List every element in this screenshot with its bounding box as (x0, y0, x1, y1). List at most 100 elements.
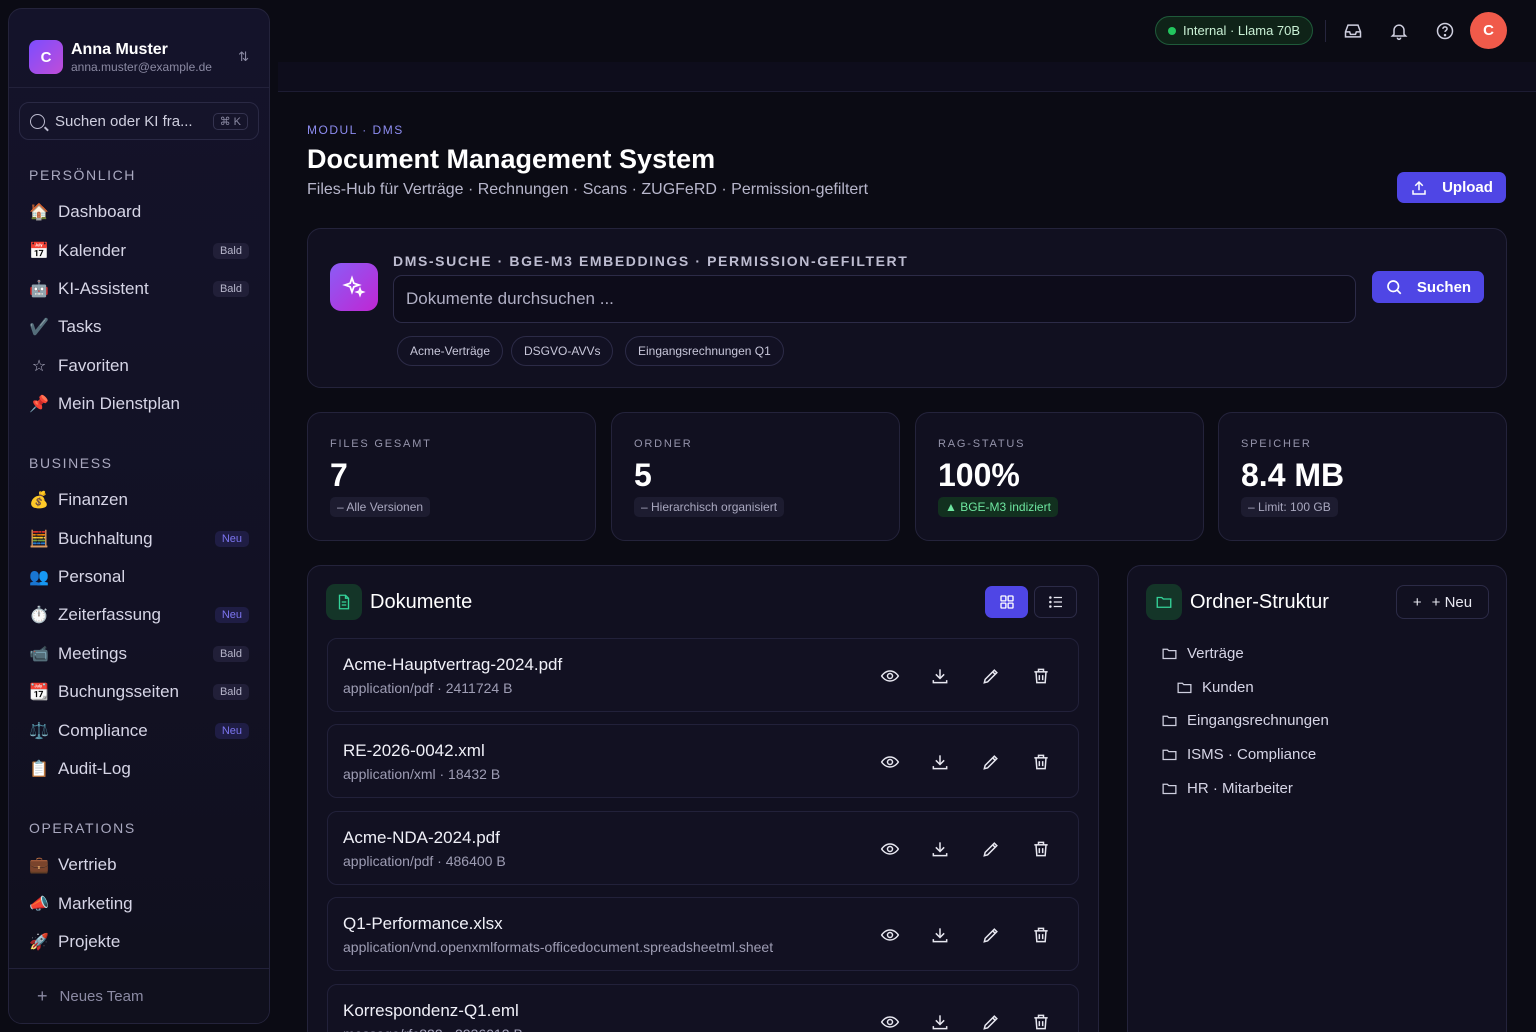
suggestion-chip[interactable]: Eingangsrechnungen Q1 (625, 336, 784, 366)
document-row[interactable]: Acme-Hauptvertrag-2024.pdf application/pd… (327, 638, 1079, 712)
bell-icon[interactable] (1386, 18, 1412, 44)
folder-item[interactable]: HR · Mitarbeiter (1161, 780, 1293, 797)
sidebar-item-buchhaltung[interactable]: 🧮 Buchhaltung Neu (9, 519, 269, 557)
document-row[interactable]: Acme-NDA-2024.pdf application/pdf · 48640… (327, 810, 1079, 885)
delete-button[interactable] (1028, 836, 1054, 862)
sidebar-item-projekte[interactable]: 🚀 Projekte (9, 923, 269, 961)
grid-view-button[interactable] (985, 586, 1028, 618)
delete-button[interactable] (1028, 749, 1054, 775)
nav-item-label: Favoriten (58, 355, 129, 375)
sidebar-item-vertrieb[interactable]: 💼 Vertrieb (9, 846, 269, 884)
sidebar-item-tasks[interactable]: ✔️ Tasks (9, 308, 269, 346)
user-name: Anna Muster (71, 40, 168, 58)
document-row[interactable]: RE-2026-0042.xml application/xml · 18432 … (327, 724, 1079, 799)
folder-item[interactable]: Eingangsrechnungen (1161, 712, 1329, 729)
preview-button[interactable] (877, 663, 903, 689)
document-row[interactable]: Q1-Performance.xlsx application/vnd.openx… (327, 897, 1079, 972)
nav-item-label: KI-Assistent (58, 278, 149, 298)
new-folder-button[interactable]: + + Neu (1396, 585, 1489, 619)
folder-item[interactable]: Verträge (1161, 645, 1244, 662)
trash-icon (1031, 1012, 1051, 1032)
edit-button[interactable] (978, 836, 1004, 862)
download-button[interactable] (927, 1009, 953, 1032)
list-view-button[interactable] (1034, 586, 1077, 618)
nav-item-label: Compliance (58, 720, 148, 740)
upload-button[interactable]: Upload (1397, 172, 1506, 203)
preview-button[interactable] (877, 749, 903, 775)
download-button[interactable] (927, 663, 953, 689)
download-button[interactable] (927, 922, 953, 948)
download-button[interactable] (927, 749, 953, 775)
pencil-icon (981, 666, 1001, 686)
sidebar-item-meetings[interactable]: 📹 Meetings Bald (9, 635, 269, 673)
folder-item[interactable]: Kunden (1176, 679, 1254, 696)
status-badge: Bald (212, 645, 249, 662)
list-icon (1048, 596, 1062, 608)
status-badge: Neu (214, 722, 249, 739)
nav-item-icon: 🧮 (29, 530, 49, 548)
suggestion-chip[interactable]: Acme-Verträge (397, 336, 504, 366)
sidebar-item-ki-assistent[interactable]: 🤖 KI-Assistent Bald (9, 270, 269, 308)
sidebar-item-finanzen[interactable]: 💰 Finanzen (9, 481, 269, 519)
help-icon[interactable] (1432, 18, 1458, 44)
document-search-placeholder: Dokumente durchsuchen ... (406, 289, 614, 308)
folder-item[interactable]: ISMS · Compliance (1161, 746, 1316, 763)
delete-button[interactable] (1028, 1009, 1054, 1032)
preview-button[interactable] (877, 836, 903, 862)
sidebar-search-input[interactable]: Suchen oder KI fra... ⌘ K (19, 102, 259, 140)
nav-item-icon: 📋 (29, 760, 49, 778)
edit-button[interactable] (978, 749, 1004, 775)
sidebar-item-marketing[interactable]: 📣 Marketing (9, 884, 269, 922)
status-dot (1168, 26, 1176, 35)
nav-item-label: Projekte (58, 931, 121, 951)
profile-switcher[interactable]: C Anna Muster anna.muster@example.de ⇅ (9, 9, 269, 85)
sidebar-item-audit-log[interactable]: 📋 Audit-Log (9, 750, 269, 788)
edit-button[interactable] (978, 922, 1004, 948)
status-badge: Bald (212, 684, 249, 701)
folder-icon (1176, 679, 1202, 696)
preview-button[interactable] (877, 1009, 903, 1032)
plus-icon: + (1412, 593, 1422, 611)
status-badge: Neu (214, 530, 249, 547)
documents-card: Dokumente Acme-Hauptvertrag-2024.pdf appl… (307, 565, 1099, 1032)
delete-button[interactable] (1028, 663, 1054, 689)
sidebar-item-dashboard[interactable]: 🏠 Dashboard (9, 193, 269, 231)
document-search-input[interactable]: Dokumente durchsuchen ... (393, 275, 1356, 323)
delete-button[interactable] (1028, 922, 1054, 948)
edit-button[interactable] (978, 663, 1004, 689)
document-row[interactable]: Korrespondenz-Q1.eml message/rfc822 · 293… (327, 983, 1079, 1032)
sidebar-item-personal[interactable]: 👥 Personal (9, 558, 269, 596)
stat-tag: ▲ BGE-M3 indiziert (938, 497, 1058, 517)
nav-item-label: Mein Dienstplan (58, 394, 180, 414)
sidebar-item-mein-dienstplan[interactable]: 📌 Mein Dienstplan (9, 385, 269, 423)
eye-icon (880, 752, 900, 772)
search-icon (30, 113, 45, 129)
folders-title: Ordner-Struktur (1190, 591, 1329, 613)
eye-icon (880, 1012, 900, 1032)
new-team-button[interactable]: + Neues Team (9, 968, 269, 1023)
chevron-updown-icon[interactable]: ⇅ (238, 49, 249, 65)
folder-label: ISMS · Compliance (1187, 746, 1317, 764)
document-meta: message/rfc822 · 2936012 B (343, 1026, 863, 1032)
eye-icon (880, 925, 900, 945)
download-button[interactable] (927, 836, 953, 862)
nav-item-icon: 📌 (29, 396, 49, 414)
document-meta: application/xml · 18432 B (343, 766, 501, 783)
stat-label: FILES GESAMT (330, 438, 432, 450)
user-avatar[interactable]: C (1470, 12, 1507, 49)
nav-item-icon: 📆 (29, 684, 49, 702)
preview-button[interactable] (877, 922, 903, 948)
sidebar-item-buchungsseiten[interactable]: 📆 Buchungsseiten Bald (9, 673, 269, 711)
new-team-label: Neues Team (59, 987, 144, 1005)
folder-label: Verträge (1187, 645, 1244, 662)
sidebar-item-compliance[interactable]: ⚖️ Compliance Neu (9, 711, 269, 749)
download-icon (930, 666, 950, 686)
suggestion-chip[interactable]: DSGVO-AVVs (511, 336, 614, 366)
edit-button[interactable] (978, 1009, 1004, 1032)
inbox-icon[interactable] (1340, 18, 1366, 44)
search-button[interactable]: Suchen (1372, 271, 1484, 303)
sidebar-item-kalender[interactable]: 📅 Kalender Bald (9, 231, 269, 269)
model-status-pill[interactable]: Internal · Llama 70B (1155, 16, 1314, 45)
sidebar-item-zeiterfassung[interactable]: ⏱️ Zeiterfassung Neu (9, 596, 269, 634)
sidebar-item-favoriten[interactable]: ☆ Favoriten (9, 347, 269, 385)
